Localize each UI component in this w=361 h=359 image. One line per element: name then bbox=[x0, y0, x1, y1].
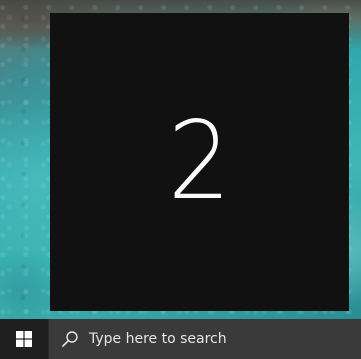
search-icon bbox=[61, 330, 79, 348]
start-button[interactable] bbox=[0, 319, 48, 359]
display-number: 2 bbox=[167, 99, 232, 224]
taskbar-search-box[interactable]: Type here to search bbox=[48, 319, 361, 359]
windows-logo-icon bbox=[16, 331, 32, 347]
taskbar: Type here to search bbox=[0, 319, 361, 359]
display-identifier-overlay: 2 bbox=[50, 13, 349, 311]
search-placeholder: Type here to search bbox=[89, 331, 227, 347]
